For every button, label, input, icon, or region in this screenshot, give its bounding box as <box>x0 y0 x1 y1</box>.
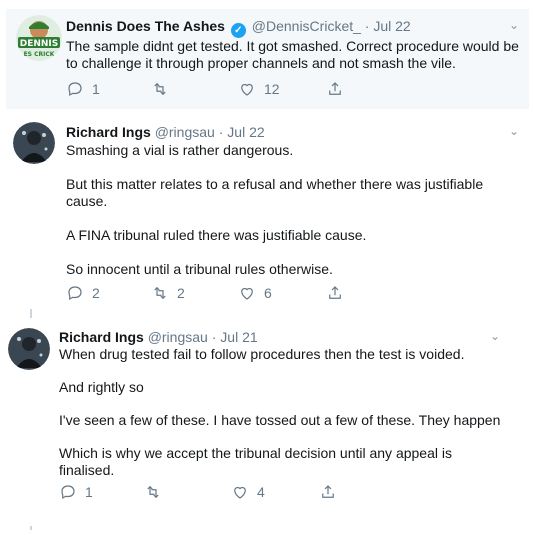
tweet-text: When drug tested fail to follow procedur… <box>59 346 504 479</box>
share-icon <box>329 82 341 95</box>
tweet-paragraph: I've seen a few of these. I have tossed … <box>59 412 501 428</box>
tweet-card[interactable]: DENNIS ES CRICK Dennis Does The Ashes ✓ … <box>6 9 529 109</box>
action-bar: 2 2 6 <box>66 284 366 304</box>
chevron-down-icon[interactable]: ⌄ <box>490 329 500 343</box>
share-button[interactable] <box>326 284 344 302</box>
display-name[interactable]: Richard Ings <box>66 124 151 140</box>
reply-count: 1 <box>92 81 100 97</box>
tweet-paragraph: Which is why we accept the tribunal deci… <box>59 445 452 478</box>
tweet-paragraph: But this matter relates to a refusal and… <box>66 176 484 209</box>
action-bar: 1 4 <box>59 483 359 503</box>
tweet-paragraph: A FINA tribunal ruled there was justifia… <box>66 227 367 243</box>
avatar-image <box>8 328 50 370</box>
heart-icon <box>241 287 253 300</box>
reply-icon <box>68 286 82 301</box>
reply-icon <box>68 82 82 97</box>
action-bar: 1 12 <box>66 80 366 100</box>
avatar-logo-subtext: ES CRICK <box>24 51 55 58</box>
tweet-text: The sample didnt get tested. It got smas… <box>66 38 521 72</box>
tweet-paragraph: Smashing a vial is rather dangerous. <box>66 142 294 158</box>
heart-icon <box>234 486 246 499</box>
avatar-image <box>13 122 55 164</box>
tweet-header: Richard Ings @ringsau · Jul 22 <box>66 123 265 141</box>
like-count: 4 <box>257 484 265 500</box>
share-icon <box>329 286 341 299</box>
avatar-logo-text: DENNIS <box>20 39 59 49</box>
avatar-image: DENNIS ES CRICK <box>16 15 62 61</box>
retweet-icon <box>154 286 166 300</box>
retweet-button[interactable]: 2 <box>151 284 185 302</box>
separator: · <box>211 329 217 345</box>
reply-button[interactable]: 1 <box>59 483 93 501</box>
retweet-button[interactable] <box>144 483 170 501</box>
handle[interactable]: @ringsau <box>148 329 208 345</box>
handle[interactable]: @ringsau <box>155 124 215 140</box>
avatar[interactable]: DENNIS ES CRICK <box>16 15 62 61</box>
reply-button[interactable]: 1 <box>66 80 100 98</box>
like-button[interactable]: 4 <box>231 483 265 501</box>
chevron-down-icon[interactable]: ⌄ <box>509 18 519 32</box>
handle[interactable]: @DennisCricket_ <box>252 18 361 34</box>
tweet-header: Dennis Does The Ashes ✓ @DennisCricket_ … <box>66 17 411 38</box>
share-button[interactable] <box>319 483 337 501</box>
retweet-icon <box>147 485 159 499</box>
retweet-button[interactable] <box>151 80 177 98</box>
retweet-icon <box>154 82 166 96</box>
tweet-text: Smashing a vial is rather dangerous. But… <box>66 142 511 278</box>
tweet-paragraph: So innocent until a tribunal rules other… <box>66 261 333 277</box>
reply-count: 2 <box>92 285 100 301</box>
share-button[interactable] <box>326 80 344 98</box>
share-icon <box>322 485 334 498</box>
reply-icon <box>61 485 75 500</box>
heart-icon <box>241 83 253 96</box>
chevron-down-icon[interactable]: ⌄ <box>509 124 519 138</box>
avatar[interactable] <box>8 328 50 370</box>
display-name[interactable]: Richard Ings <box>59 329 144 345</box>
like-button[interactable]: 12 <box>238 80 280 98</box>
tweet-card[interactable]: Richard Ings @ringsau · Jul 22 ⌄ Smashin… <box>6 114 529 309</box>
display-name[interactable]: Dennis Does The Ashes <box>66 18 225 34</box>
tweet-paragraph: When drug tested fail to follow procedur… <box>59 346 465 362</box>
separator: · <box>218 124 224 140</box>
timestamp[interactable]: Jul 22 <box>373 18 410 34</box>
like-count: 12 <box>264 81 280 97</box>
tweet-card[interactable]: Richard Ings @ringsau · Jul 21 ⌄ When dr… <box>0 318 515 526</box>
reply-button[interactable]: 2 <box>66 284 100 302</box>
separator: · <box>364 18 370 34</box>
retweet-count: 2 <box>177 285 185 301</box>
reply-count: 1 <box>85 484 93 500</box>
like-button[interactable]: 6 <box>238 284 272 302</box>
verified-badge-icon: ✓ <box>230 23 246 38</box>
avatar[interactable] <box>13 122 55 164</box>
like-count: 6 <box>264 285 272 301</box>
tweet-paragraph: And rightly so <box>59 379 144 395</box>
timestamp[interactable]: Jul 22 <box>227 124 264 140</box>
timestamp[interactable]: Jul 21 <box>220 329 257 345</box>
tweet-header: Richard Ings @ringsau · Jul 21 <box>59 328 258 346</box>
tweet-paragraph: The sample didnt get tested. It got smas… <box>66 38 519 71</box>
